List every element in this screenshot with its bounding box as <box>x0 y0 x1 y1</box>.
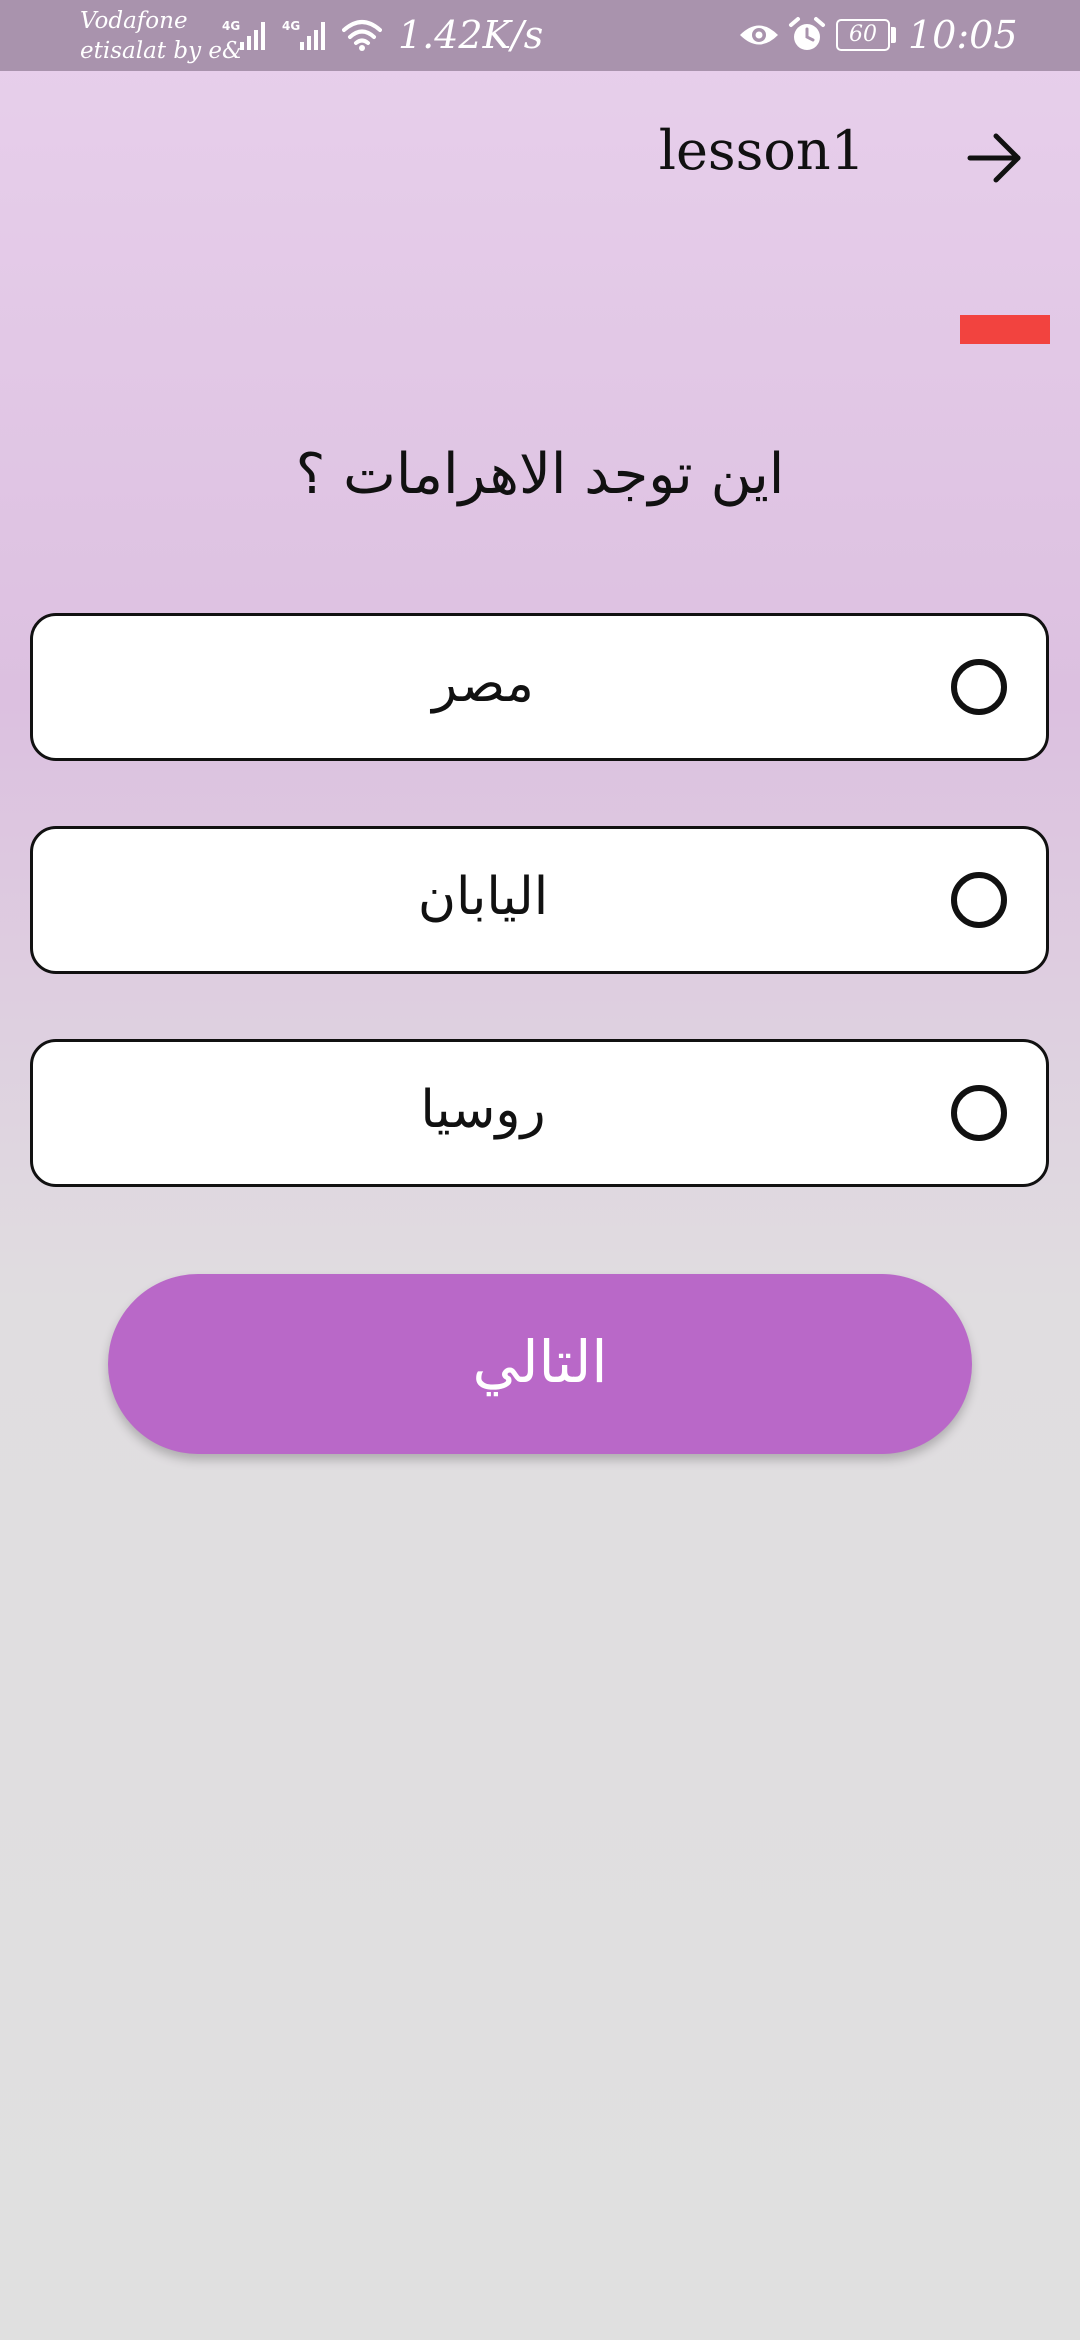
arrow-right-icon <box>967 133 1021 183</box>
timer-bar <box>960 315 1050 344</box>
radio-button[interactable] <box>951 872 1007 928</box>
answer-option[interactable]: مصر <box>30 613 1049 761</box>
radio-button[interactable] <box>951 1085 1007 1141</box>
question-text: اين توجد الاهرامات ؟ <box>295 442 785 507</box>
network-type-1: 4G <box>222 19 240 33</box>
back-button[interactable] <box>962 126 1026 190</box>
network-speed: 1.42K/s <box>398 13 544 57</box>
carrier-labels: Vodafone etisalat by e& <box>80 6 242 66</box>
battery-icon: 60 <box>836 19 890 51</box>
page-title: lesson1 <box>658 119 865 182</box>
battery-tip <box>891 27 896 43</box>
wifi-icon <box>342 20 382 51</box>
radio-button[interactable] <box>951 659 1007 715</box>
next-button[interactable]: التالي <box>108 1274 972 1454</box>
eye-icon <box>740 25 778 45</box>
answer-option-label: روسيا <box>420 1080 546 1140</box>
status-time: 10:05 <box>908 13 1018 57</box>
signal-icon: 4G <box>282 19 325 50</box>
answer-option-label: اليابان <box>417 867 549 927</box>
carrier-name-2: etisalat by e& <box>80 38 243 64</box>
alarm-icon <box>789 17 825 50</box>
battery-level: 60 <box>849 22 877 47</box>
answer-option[interactable]: روسيا <box>30 1039 1049 1187</box>
carrier-name-1: Vodafone <box>80 8 188 34</box>
answer-option-label: مصر <box>432 654 534 714</box>
network-type-2: 4G <box>282 19 300 33</box>
status-bar: Vodafone etisalat by e& 4G 4G 1.42K/s 60 <box>0 0 1080 71</box>
signal-icon: 4G <box>222 19 265 50</box>
answer-option[interactable]: اليابان <box>30 826 1049 974</box>
